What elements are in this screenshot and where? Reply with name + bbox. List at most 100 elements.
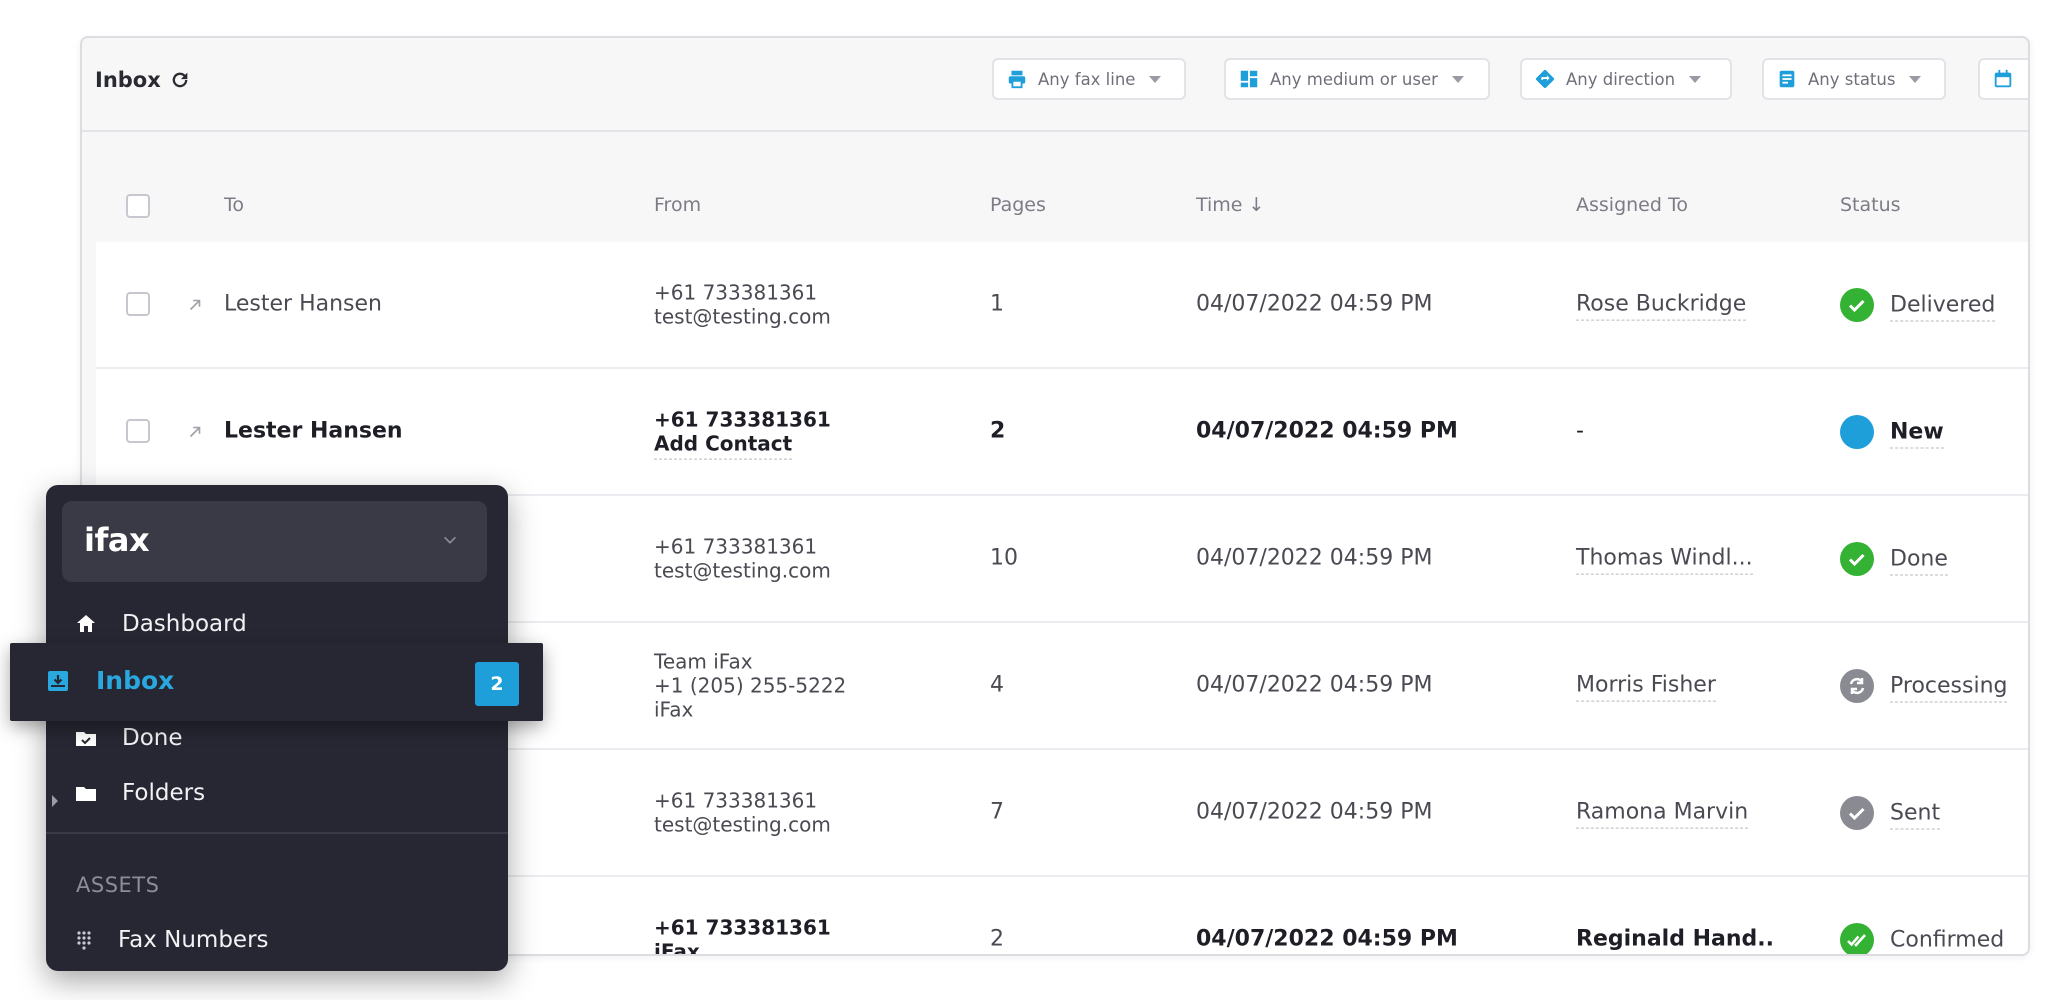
confirmed-double-check-icon [1840,922,1874,954]
row-from: +61 733381361 test@testing.com [654,788,831,837]
row-assigned-to[interactable]: Rose Buckridge [1576,291,1747,321]
chevron-down-icon [1909,75,1922,83]
processing-sync-icon [1840,668,1874,703]
row-time: 04/07/2022 04:59 PM [1196,672,1433,698]
sidebar-item-label: Folders [122,780,206,806]
sidebar: ifax Dashboard Done Folders ASSETS Fax N… [46,485,508,971]
add-contact-link[interactable]: Add Contact [654,431,793,460]
row-status[interactable]: Done [1890,546,1948,575]
column-pages[interactable]: Pages [990,194,1046,216]
row-time: 04/07/2022 04:59 PM [1196,545,1433,571]
sidebar-item-label: Inbox [96,666,175,695]
expand-caret-icon[interactable] [52,795,58,807]
row-pages: 2 [990,926,1004,952]
direction-icon [1534,68,1556,90]
row-from-number: +1 (205) 255-5222 [654,673,847,698]
sidebar-item-inbox[interactable]: Inbox 2 [10,643,543,721]
row-status[interactable]: Processing [1890,673,2008,702]
brand-logo: ifax [84,521,150,559]
row-to: Lester Hansen [224,418,403,444]
row-pages: 2 [990,418,1006,444]
unread-count-badge: 2 [475,662,519,706]
status-doc-icon [1776,68,1798,90]
row-status[interactable]: New [1890,419,1944,448]
medium-user-filter-label: Any medium or user [1270,69,1438,89]
row-from: +61 733381361 Add Contact [654,407,831,460]
row-assigned-to[interactable]: Thomas Windl... [1576,545,1753,575]
row-assigned-to[interactable]: - [1576,418,1584,445]
delivered-check-icon [1840,287,1874,322]
medium-user-filter[interactable]: Any medium or user [1224,58,1490,100]
column-assigned-to[interactable]: Assigned To [1576,194,1688,216]
row-pages: 1 [990,291,1004,317]
sidebar-divider [46,832,508,834]
row-status[interactable]: Confirmed [1890,927,2005,954]
row-from-email: test@testing.com [654,304,831,329]
row-from-number: +61 733381361 [654,915,831,940]
direction-filter[interactable]: Any direction [1520,58,1732,100]
refresh-icon[interactable] [169,69,191,91]
direction-filter-label: Any direction [1566,69,1676,89]
row-time: 04/07/2022 04:59 PM [1196,418,1458,444]
row-from-company: iFax [654,939,700,956]
sidebar-item-dashboard[interactable]: Dashboard [74,611,247,637]
home-icon [74,612,98,636]
row-from-name: Team iFax [654,648,753,673]
row-time: 04/07/2022 04:59 PM [1196,926,1458,952]
row-time: 04/07/2022 04:59 PM [1196,799,1433,825]
sidebar-item-label: Dashboard [122,611,247,637]
row-from-number: +61 733381361 [654,534,818,559]
sidebar-item-done[interactable]: Done [74,725,183,751]
row-pages: 10 [990,545,1018,571]
calendar-icon [1992,68,2014,90]
row-from: +61 733381361 test@testing.com [654,280,831,329]
column-from[interactable]: From [654,194,701,216]
grid-icon [1238,68,1260,90]
row-from-number: +61 733381361 [654,407,831,432]
row-from-company: iFax [654,697,694,722]
row-pages: 7 [990,799,1004,825]
table-row[interactable]: Lester Hansen +61 733381361 Add Contact … [96,369,2028,496]
row-checkbox[interactable] [126,419,150,443]
row-assigned-to[interactable]: Morris Fisher [1576,672,1716,702]
sent-check-icon [1840,795,1874,830]
row-from: +61 733381361 iFax [654,915,831,956]
outgoing-arrow-icon [189,299,201,310]
row-from-number: +61 733381361 [654,280,818,305]
select-all-checkbox[interactable] [126,194,150,218]
page-title: Inbox [95,68,161,92]
column-status[interactable]: Status [1840,194,1901,216]
folder-icon [74,781,98,805]
chevron-down-icon [1689,75,1702,83]
fax-line-filter[interactable]: Any fax line [992,58,1186,100]
sidebar-item-label: Fax Numbers [118,927,269,953]
printer-icon [1006,68,1028,90]
row-checkbox[interactable] [126,292,150,316]
column-to[interactable]: To [224,194,244,216]
row-from-number: +61 733381361 [654,788,818,813]
workspace-switcher[interactable]: ifax [62,501,487,582]
new-dot-icon [1840,414,1874,449]
row-to: Lester Hansen [224,291,382,317]
sidebar-item-label: Done [122,725,183,751]
row-assigned-to[interactable]: Reginald Hand.. [1576,926,1774,954]
chevron-down-icon [1149,75,1162,83]
row-pages: 4 [990,672,1004,698]
chevron-down-icon [444,536,456,544]
dialpad-icon [72,928,96,952]
row-status[interactable]: Sent [1890,800,1941,829]
column-time[interactable]: Time ↓ [1196,194,1264,216]
row-from-email: test@testing.com [654,812,831,837]
table-row[interactable]: Lester Hansen +61 733381361 test@testing… [96,242,2028,369]
sidebar-item-fax-numbers[interactable]: Fax Numbers [72,927,269,953]
row-from: Team iFax +1 (205) 255-5222 iFax [654,649,846,722]
row-assigned-to[interactable]: Ramona Marvin [1576,799,1749,829]
done-folder-icon [74,726,98,750]
sidebar-section-assets: ASSETS [76,873,160,897]
row-from: +61 733381361 test@testing.com [654,534,831,583]
row-status[interactable]: Delivered [1890,292,1996,321]
status-filter[interactable]: Any status [1762,58,1946,100]
date-filter[interactable] [1978,58,2028,100]
row-time: 04/07/2022 04:59 PM [1196,291,1433,317]
sidebar-item-folders[interactable]: Folders [74,780,205,806]
